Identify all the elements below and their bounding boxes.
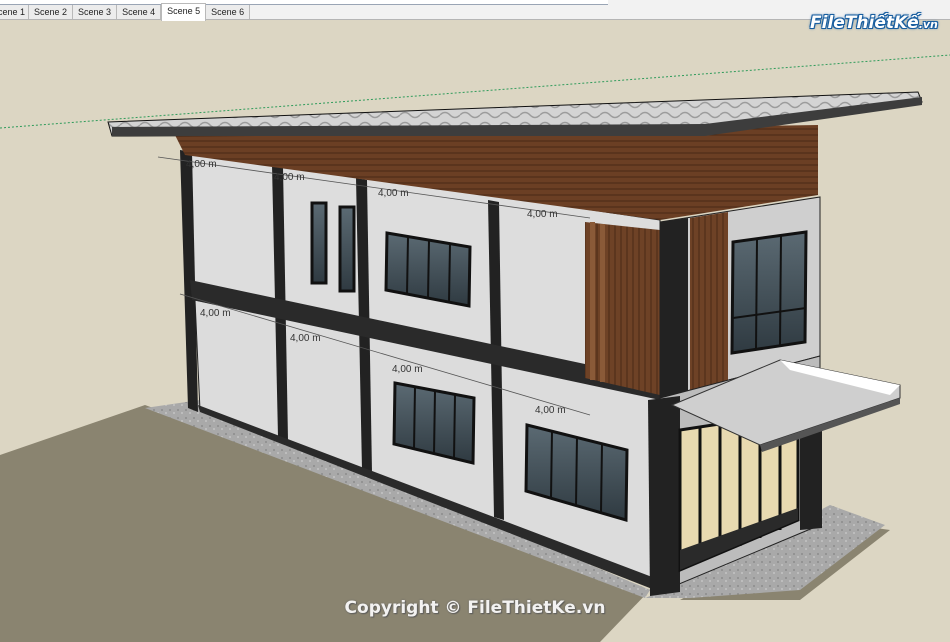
copyright-watermark: Copyright © FileThietKe.vn: [344, 598, 606, 618]
scene-tabs: Scene 1 Scene 2 Scene 3 Scene 4 Scene 5 …: [0, 3, 251, 21]
logo-text-vn: .vn: [918, 18, 938, 31]
front-lower-column: [648, 396, 680, 596]
tab-scene-1[interactable]: Scene 1: [0, 5, 29, 19]
dimension-label: 4,00 m: [378, 188, 409, 199]
tab-scene-2[interactable]: Scene 2: [29, 5, 74, 19]
front-wood-slats: [690, 212, 728, 396]
scene-tab-bar: Scene 1 Scene 2 Scene 3 Scene 4 Scene 5 …: [0, 0, 950, 21]
house-model-3d: 4,00 m 4,00 m 4,00 m 4,00 m 4,00 m 4,00 …: [0, 54, 950, 642]
dimension-label: 4,00 m: [527, 209, 558, 220]
slot-window-1: [310, 201, 328, 285]
tab-scene-5[interactable]: Scene 5: [161, 3, 207, 21]
dimension-label: 4,00 m: [186, 159, 217, 170]
wood-slat-panel: [585, 222, 660, 395]
logo-text-file: File: [810, 13, 845, 33]
filethietke-logo: FileThiếtKế.vn: [810, 8, 938, 38]
dimension-label: 4,00 m: [200, 308, 231, 319]
dimension-label: 4,00 m: [535, 405, 566, 416]
tab-scene-3[interactable]: Scene 3: [73, 5, 118, 19]
logo-text-thietke: ThiếtKế: [844, 13, 919, 33]
front-corner-column: [660, 218, 688, 400]
model-viewport[interactable]: 4,00 m 4,00 m 4,00 m 4,00 m 4,00 m 4,00 …: [0, 20, 950, 642]
slot-window-2: [338, 205, 356, 293]
tab-scene-4[interactable]: Scene 4: [117, 5, 162, 19]
tab-scene-6[interactable]: Scene 6: [206, 5, 251, 19]
dimension-label: 4,00 m: [274, 172, 305, 183]
dimension-label: 4,00 m: [290, 333, 321, 344]
dimension-label: 4,00 m: [392, 364, 423, 375]
front-upper-window: [730, 230, 808, 355]
